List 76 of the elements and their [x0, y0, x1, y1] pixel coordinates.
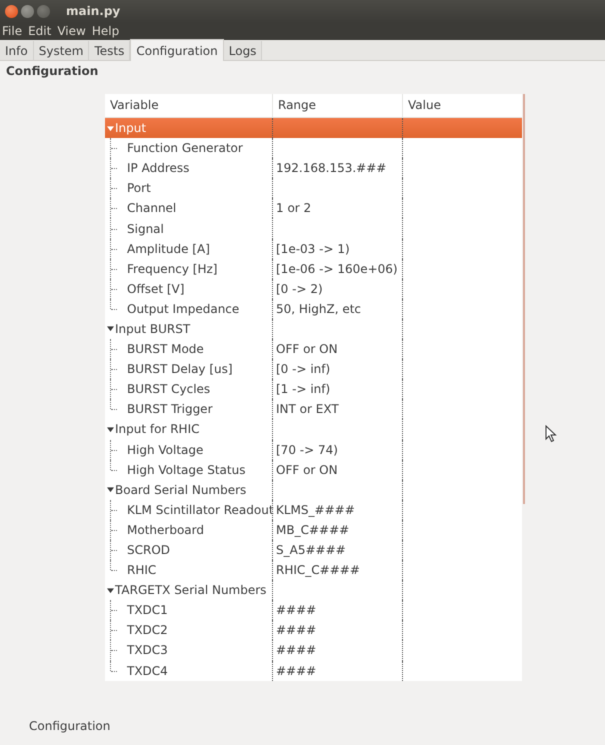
range-value: [1 -> inf) [276, 382, 330, 396]
variable-name: High Voltage [127, 442, 204, 457]
range-value: [1e-03 -> 1) [276, 242, 350, 256]
expander-icon[interactable] [107, 325, 114, 332]
range-value: #### [276, 643, 316, 658]
variable-name: BURST Mode [127, 342, 204, 356]
range-value: KLMS_#### [276, 502, 355, 517]
range-value: 50, HighZ, etc [276, 302, 362, 316]
group-label: TARGETX Serial Numbers [115, 583, 266, 598]
column-header[interactable]: Variable [105, 94, 273, 117]
variable-name: Frequency [Hz] [127, 262, 218, 276]
close-button[interactable] [5, 4, 18, 18]
range-value: INT or EXT [276, 402, 339, 416]
variable-name: BURST Trigger [127, 402, 212, 416]
tree-row[interactable]: Input for RHIC [105, 419, 522, 440]
variable-name: TXDC3 [127, 643, 168, 658]
range-value: [0 -> 2) [276, 282, 323, 296]
range-value: [70 -> 74) [276, 442, 338, 457]
group-label: Input for RHIC [115, 422, 200, 436]
range-value: #### [276, 664, 316, 678]
variable-name: IP Address [127, 161, 190, 176]
range-value: [0 -> inf) [276, 362, 330, 376]
expander-icon[interactable] [107, 486, 114, 494]
tree-row[interactable]: Board Serial Numbers [105, 480, 522, 500]
variable-name: Output Impedance [127, 302, 240, 316]
tab[interactable]: Logs [224, 41, 262, 61]
tab[interactable]: System [34, 41, 90, 61]
variable-name: Port [127, 181, 151, 196]
scrollbar[interactable] [523, 94, 525, 504]
status-bar-text: Configuration [28, 718, 112, 735]
range-value: 1 or 2 [276, 201, 312, 216]
variable-name: BURST Cycles [127, 382, 210, 396]
window-title: main.py [66, 4, 120, 18]
range-value: S_A5#### [276, 543, 346, 558]
column-header[interactable]: Value [403, 94, 522, 117]
expander-icon[interactable] [107, 586, 114, 594]
menu-item[interactable]: Help [92, 24, 120, 38]
tree-row[interactable]: Input BURST [105, 318, 522, 340]
section-title: Configuration [5, 63, 100, 80]
range-value: #### [276, 623, 316, 638]
mouse-pointer-icon [545, 425, 557, 443]
maximize-button[interactable] [37, 4, 50, 18]
variable-name: Function Generator [127, 141, 243, 156]
variable-name: TXDC1 [127, 603, 168, 618]
variable-name: Offset [V] [127, 282, 184, 296]
range-value: OFF or ON [276, 342, 338, 356]
variable-name: TXDC4 [127, 664, 168, 678]
variable-name: Signal [127, 222, 164, 236]
variable-name: BURST Delay [us] [127, 362, 233, 376]
tree-row[interactable]: TARGETX Serial Numbers [105, 580, 522, 600]
range-value: MB_C#### [276, 522, 350, 537]
variable-name: High Voltage Status [127, 462, 246, 477]
group-label: Input [115, 121, 146, 136]
range-value: #### [276, 603, 316, 618]
menu-item[interactable]: File [2, 24, 22, 38]
variable-name: Channel [127, 201, 176, 216]
group-label: Board Serial Numbers [115, 482, 246, 497]
expander-icon[interactable] [107, 426, 114, 433]
range-value: [1e-06 -> 160e+06) [276, 262, 398, 276]
variable-name: Amplitude [A] [127, 242, 210, 256]
variable-name: SCROD [127, 543, 170, 558]
variable-name: RHIC [127, 563, 156, 578]
tab[interactable]: Tests [89, 41, 130, 61]
tab[interactable]: Info [0, 41, 34, 61]
tab[interactable]: Configuration [130, 39, 224, 61]
column-header[interactable]: Range [273, 94, 403, 117]
range-value: OFF or ON [276, 462, 338, 477]
range-value: 192.168.153.### [276, 161, 386, 176]
range-value: RHIC_C#### [276, 563, 360, 578]
variable-name: KLM Scintillator Readout [127, 502, 274, 517]
group-label: Input BURST [115, 322, 190, 336]
menu-item[interactable]: Edit [28, 24, 52, 38]
variable-name: TXDC2 [127, 623, 168, 638]
variable-name: Motherboard [127, 522, 204, 537]
minimize-button[interactable] [21, 4, 34, 18]
menu-item[interactable]: View [57, 24, 86, 38]
